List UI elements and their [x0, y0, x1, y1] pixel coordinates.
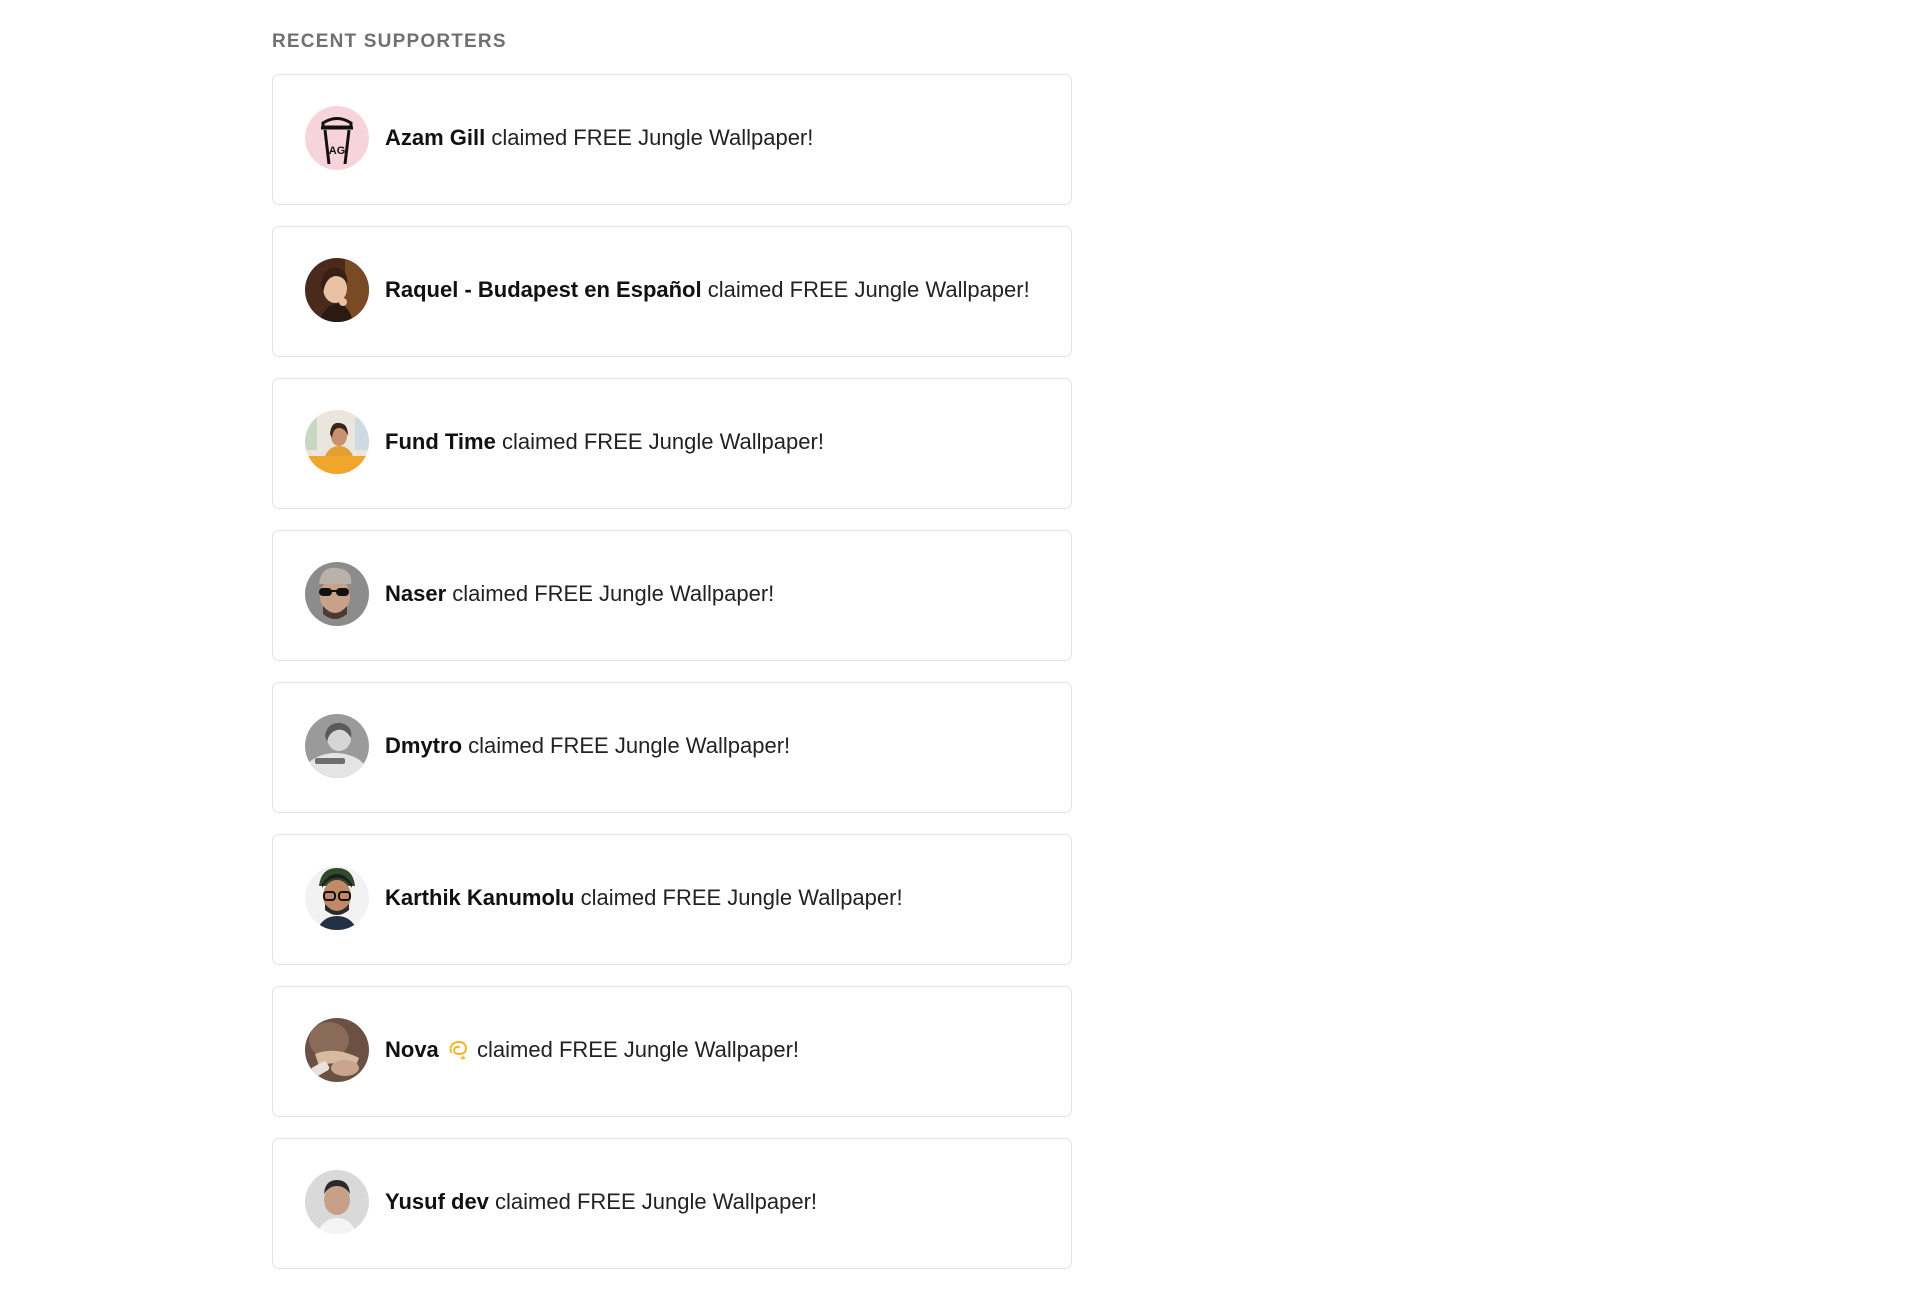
- supporter-text: Dmytro claimed FREE Jungle Wallpaper!: [385, 732, 790, 760]
- supporter-action: claimed FREE Jungle Wallpaper!: [452, 580, 775, 606]
- supporter-action: claimed FREE Jungle Wallpaper!: [580, 884, 903, 910]
- svg-text:AG: AG: [329, 145, 346, 157]
- user-photo-icon: [305, 713, 369, 778]
- supporter-name[interactable]: Naser: [385, 581, 446, 606]
- supporter-name[interactable]: Nova: [385, 1037, 439, 1062]
- dizzy-emoji-icon: [449, 1040, 467, 1060]
- section-heading: RECENT SUPPORTERS: [272, 31, 507, 52]
- user-photo-icon: [305, 257, 369, 322]
- supporter-text: Nova claimed FREE Jungle Wallpaper!: [385, 1036, 799, 1064]
- supporter-card[interactable]: Naser claimed FREE Jungle Wallpaper!: [272, 530, 1072, 661]
- supporter-text: Naser claimed FREE Jungle Wallpaper!: [385, 580, 774, 608]
- supporter-name[interactable]: Raquel - Budapest en Español: [385, 277, 702, 302]
- avatar[interactable]: [305, 1169, 369, 1234]
- supporter-card[interactable]: Dmytro claimed FREE Jungle Wallpaper!: [272, 682, 1072, 813]
- supporter-text: Fund Time claimed FREE Jungle Wallpaper!: [385, 428, 824, 456]
- supporter-action: claimed FREE Jungle Wallpaper!: [491, 124, 814, 150]
- supporter-action: claimed FREE Jungle Wallpaper!: [468, 732, 791, 758]
- coffee-cup-logo-icon: AG: [305, 105, 369, 170]
- supporter-list: AG Azam Gill claimed FREE Jungle Wallpap…: [272, 74, 1072, 1290]
- avatar[interactable]: [305, 865, 369, 930]
- supporter-text: Azam Gill claimed FREE Jungle Wallpaper!: [385, 124, 813, 152]
- user-photo-icon: [305, 1017, 369, 1082]
- supporter-card[interactable]: Raquel - Budapest en Español claimed FRE…: [272, 226, 1072, 357]
- avatar[interactable]: [305, 257, 369, 322]
- supporter-action: claimed FREE Jungle Wallpaper!: [707, 276, 1030, 302]
- supporter-text: Karthik Kanumolu claimed FREE Jungle Wal…: [385, 884, 903, 912]
- supporter-name[interactable]: Yusuf dev: [385, 1189, 489, 1214]
- supporter-name[interactable]: Dmytro: [385, 733, 462, 758]
- avatar[interactable]: [305, 1017, 369, 1082]
- supporter-card[interactable]: AG Azam Gill claimed FREE Jungle Wallpap…: [272, 74, 1072, 205]
- supporter-card[interactable]: Karthik Kanumolu claimed FREE Jungle Wal…: [272, 834, 1072, 965]
- supporter-action: claimed FREE Jungle Wallpaper!: [501, 428, 824, 454]
- supporter-name[interactable]: Fund Time: [385, 429, 496, 454]
- user-photo-icon: [305, 1169, 369, 1234]
- user-photo-icon: [305, 561, 369, 626]
- user-photo-icon: [305, 409, 369, 474]
- supporter-name[interactable]: Azam Gill: [385, 125, 485, 150]
- avatar[interactable]: AG: [305, 105, 369, 170]
- supporter-card[interactable]: Fund Time claimed FREE Jungle Wallpaper!: [272, 378, 1072, 509]
- supporter-text: Yusuf dev claimed FREE Jungle Wallpaper!: [385, 1188, 817, 1216]
- avatar[interactable]: [305, 713, 369, 778]
- supporter-card[interactable]: Nova claimed FREE Jungle Wallpaper!: [272, 986, 1072, 1117]
- supporter-action: claimed FREE Jungle Wallpaper!: [477, 1036, 800, 1062]
- avatar[interactable]: [305, 409, 369, 474]
- avatar[interactable]: [305, 561, 369, 626]
- user-photo-icon: [305, 865, 369, 930]
- supporter-action: claimed FREE Jungle Wallpaper!: [495, 1188, 818, 1214]
- supporter-card[interactable]: Yusuf dev claimed FREE Jungle Wallpaper!: [272, 1138, 1072, 1269]
- supporter-text: Raquel - Budapest en Español claimed FRE…: [385, 276, 1030, 304]
- supporter-name[interactable]: Karthik Kanumolu: [385, 885, 574, 910]
